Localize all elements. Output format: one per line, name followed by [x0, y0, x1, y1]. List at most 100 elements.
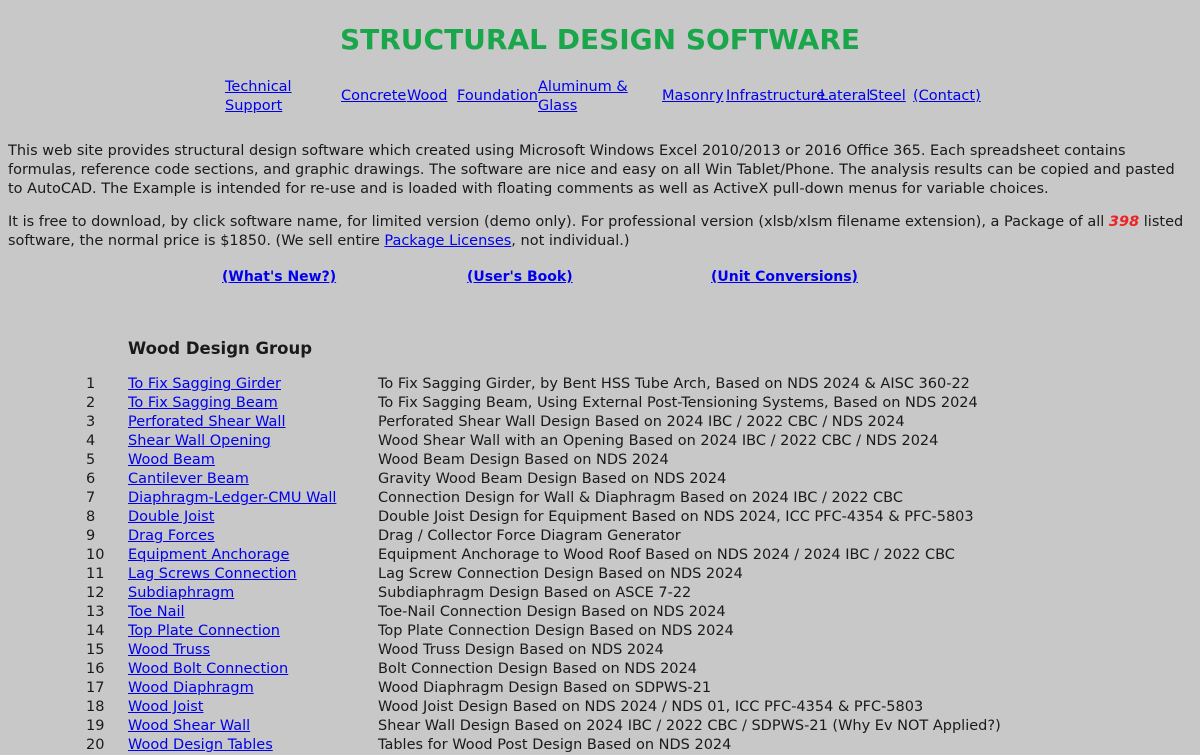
- list-item: 12 Subdiaphragm Subdiaphragm Design Based …: [0, 584, 1200, 603]
- software-description: Wood Beam Design Based on NDS 2024: [378, 452, 669, 468]
- nav-link-lateral[interactable]: Lateral: [820, 87, 870, 106]
- software-link[interactable]: Wood Design Tables: [128, 736, 273, 755]
- item-number: 14: [86, 623, 105, 639]
- software-description: To Fix Sagging Girder, by Bent HSS Tube …: [378, 376, 970, 392]
- item-number: 18: [86, 699, 105, 715]
- list-item: 16 Wood Bolt Connection Bolt Connection De…: [0, 660, 1200, 679]
- software-description: Drag / Collector Force Diagram Generator: [378, 528, 681, 544]
- item-number: 13: [86, 604, 105, 620]
- nav-link-foundation[interactable]: Foundation: [457, 87, 538, 106]
- list-item: 1 To Fix Sagging Girder To Fix Sagging Gir…: [0, 375, 1200, 394]
- item-number: 6: [86, 471, 96, 487]
- software-link[interactable]: Wood Shear Wall: [128, 717, 250, 736]
- item-number: 11: [86, 566, 105, 582]
- software-link[interactable]: To Fix Sagging Girder: [128, 375, 281, 394]
- software-count: 398: [1108, 214, 1140, 230]
- list-item: 8 Double Joist Double Joist Design for Equ…: [0, 508, 1200, 527]
- list-item: 13 Toe Nail Toe-Nail Connection Design Bas…: [0, 603, 1200, 622]
- pricing-text: It is free to download, by click softwar…: [8, 214, 1109, 230]
- software-link[interactable]: Shear Wall Opening: [128, 432, 271, 451]
- software-description: Tables for Wood Post Design Based on NDS…: [378, 737, 732, 753]
- software-link[interactable]: Diaphragm-Ledger-CMU Wall: [128, 489, 336, 508]
- software-link[interactable]: Top Plate Connection: [128, 622, 280, 641]
- nav-link-technical-support[interactable]: Technical Support: [225, 78, 292, 116]
- nav-link-contact[interactable]: (Contact): [913, 87, 981, 106]
- page-title: STRUCTURAL DESIGN SOFTWARE: [339, 23, 861, 56]
- list-item: 7 Diaphragm-Ledger-CMU Wall Connection Des…: [0, 489, 1200, 508]
- software-description: Double Joist Design for Equipment Based …: [378, 509, 974, 525]
- software-description: Lag Screw Connection Design Based on NDS…: [378, 566, 743, 582]
- list-item: 20 Wood Design Tables Tables for Wood Post…: [0, 736, 1200, 755]
- software-description: Connection Design for Wall & Diaphragm B…: [378, 490, 903, 506]
- users-book-link[interactable]: (User's Book): [467, 269, 573, 285]
- software-link[interactable]: Equipment Anchorage: [128, 546, 289, 565]
- software-description: Wood Shear Wall with an Opening Based on…: [378, 433, 939, 449]
- nav-link-aluminum-glass[interactable]: Aluminum & Glass: [538, 78, 628, 116]
- software-link[interactable]: Toe Nail: [128, 603, 185, 622]
- whats-new-link[interactable]: (What's New?): [222, 269, 336, 285]
- list-item: 11 Lag Screws Connection Lag Screw Connect…: [0, 565, 1200, 584]
- list-item: 4 Shear Wall Opening Wood Shear Wall with …: [0, 432, 1200, 451]
- list-item: 9 Drag Forces Drag / Collector Force Diagr…: [0, 527, 1200, 546]
- software-description: Top Plate Connection Design Based on NDS…: [378, 623, 734, 639]
- software-link[interactable]: Wood Truss: [128, 641, 210, 660]
- item-number: 9: [86, 528, 96, 544]
- item-number: 10: [86, 547, 105, 563]
- package-licenses-link[interactable]: Package Licenses: [384, 233, 511, 249]
- software-link[interactable]: Cantilever Beam: [128, 470, 249, 489]
- nav-link-masonry[interactable]: Masonry: [662, 87, 724, 106]
- nav-link-wood[interactable]: Wood: [407, 87, 447, 106]
- software-link[interactable]: Drag Forces: [128, 527, 215, 546]
- nav-link-infrastructure[interactable]: Infrastructure: [726, 87, 825, 106]
- nav-link-concrete[interactable]: Concrete: [341, 87, 406, 106]
- list-item: 10 Equipment Anchorage Equipment Anchorage…: [0, 546, 1200, 565]
- software-description: Wood Truss Design Based on NDS 2024: [378, 642, 664, 658]
- item-number: 1: [86, 376, 96, 392]
- item-number: 7: [86, 490, 96, 506]
- item-number: 3: [86, 414, 96, 430]
- software-description: Shear Wall Design Based on 2024 IBC / 20…: [378, 718, 1001, 734]
- software-description: Bolt Connection Design Based on NDS 2024: [378, 661, 697, 677]
- item-number: 8: [86, 509, 96, 525]
- software-link[interactable]: To Fix Sagging Beam: [128, 394, 278, 413]
- list-item: 6 Cantilever Beam Gravity Wood Beam Design…: [0, 470, 1200, 489]
- nav-link-label: Technical: [225, 79, 292, 95]
- item-number: 17: [86, 680, 105, 696]
- item-number: 2: [86, 395, 96, 411]
- unit-conversions-link[interactable]: (Unit Conversions): [711, 269, 858, 285]
- software-link[interactable]: Wood Bolt Connection: [128, 660, 288, 679]
- nav-link-label: Support: [225, 98, 283, 114]
- software-link[interactable]: Double Joist: [128, 508, 214, 527]
- group-heading: Wood Design Group: [128, 339, 313, 358]
- software-link[interactable]: Wood Diaphragm: [128, 679, 254, 698]
- list-item: 5 Wood Beam Wood Beam Design Based on NDS …: [0, 451, 1200, 470]
- software-description: Toe-Nail Connection Design Based on NDS …: [378, 604, 726, 620]
- software-description: Wood Joist Design Based on NDS 2024 / ND…: [378, 699, 924, 715]
- list-item: 18 Wood Joist Wood Joist Design Based on N…: [0, 698, 1200, 717]
- software-description: Equipment Anchorage to Wood Roof Based o…: [378, 547, 955, 563]
- list-item: 19 Wood Shear Wall Shear Wall Design Based…: [0, 717, 1200, 736]
- nav-link-steel[interactable]: Steel: [869, 87, 906, 106]
- pricing-paragraph: It is free to download, by click softwar…: [8, 213, 1192, 251]
- software-link[interactable]: Perforated Shear Wall: [128, 413, 285, 432]
- software-description: Perforated Shear Wall Design Based on 20…: [378, 414, 905, 430]
- item-number: 19: [86, 718, 105, 734]
- item-number: 20: [86, 737, 105, 753]
- resource-links: (What's New?) (User's Book) (Unit Conver…: [0, 269, 1200, 291]
- software-description: Subdiaphragm Design Based on ASCE 7-22: [378, 585, 692, 601]
- software-link[interactable]: Subdiaphragm: [128, 584, 234, 603]
- software-link[interactable]: Lag Screws Connection: [128, 565, 297, 584]
- list-item: 15 Wood Truss Wood Truss Design Based on N…: [0, 641, 1200, 660]
- software-description: To Fix Sagging Beam, Using External Post…: [378, 395, 978, 411]
- nav-link-label: Aluminum &: [538, 79, 628, 95]
- category-nav: Technical Support Concrete Wood Foundati…: [0, 78, 1200, 128]
- software-link[interactable]: Wood Beam: [128, 451, 215, 470]
- item-number: 4: [86, 433, 96, 449]
- list-item: 2 To Fix Sagging Beam To Fix Sagging Beam,…: [0, 394, 1200, 413]
- item-number: 12: [86, 585, 105, 601]
- list-item: 3 Perforated Shear Wall Perforated Shear W…: [0, 413, 1200, 432]
- pricing-text: , not individual.): [511, 233, 630, 249]
- software-description: Wood Diaphragm Design Based on SDPWS-21: [378, 680, 712, 696]
- software-link[interactable]: Wood Joist: [128, 698, 203, 717]
- intro-paragraph: This web site provides structural design…: [8, 143, 1175, 197]
